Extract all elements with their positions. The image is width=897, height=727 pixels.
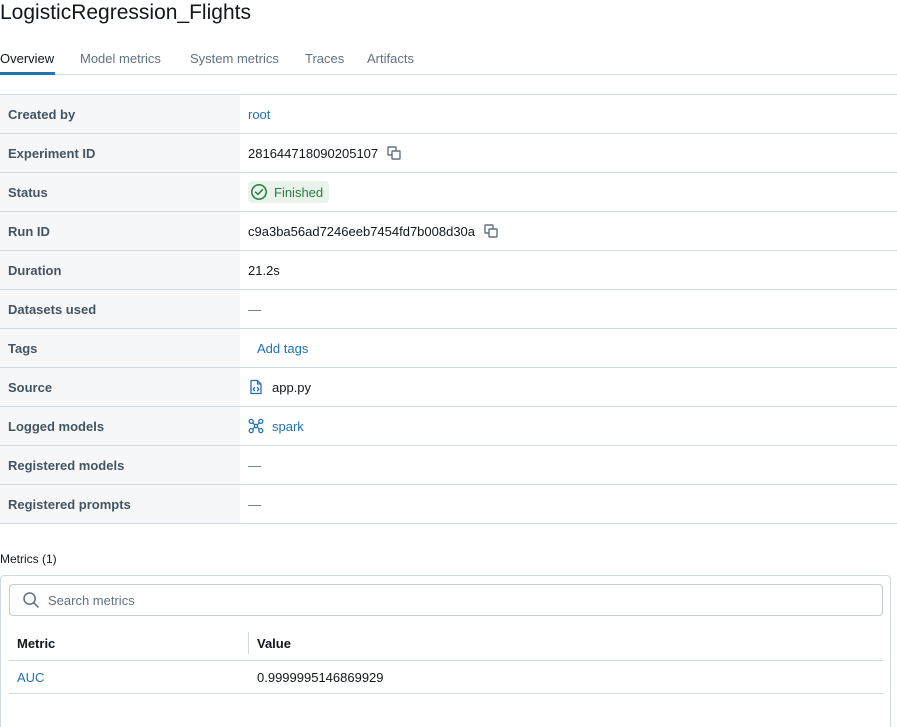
tab-system-metrics[interactable]: System metrics <box>190 51 279 67</box>
add-tags-button[interactable]: Add tags <box>257 341 308 356</box>
details-value: c9a3ba56ad7246eeb7454fd7b008d30a <box>240 212 897 250</box>
details-row-registered-prompts: Registered prompts — <box>0 485 897 524</box>
empty-value: — <box>248 301 261 317</box>
details-label: Run ID <box>0 212 240 250</box>
details-label: Status <box>0 173 240 211</box>
run-page: LogisticRegression_Flights Overview Mode… <box>0 0 897 727</box>
run-details-table: Created by root Experiment ID 2816447180… <box>0 94 897 524</box>
run-tabs: Overview Model metrics System metrics Tr… <box>0 44 897 75</box>
status-badge: Finished <box>248 181 330 203</box>
model-graph-icon <box>248 418 264 434</box>
details-row-run-id: Run ID c9a3ba56ad7246eeb7454fd7b008d30a <box>0 212 897 251</box>
duration-value: 21.2s <box>248 262 280 278</box>
metrics-heading: Metrics (1) <box>0 552 57 566</box>
file-code-icon <box>248 379 264 395</box>
empty-value: — <box>248 457 261 473</box>
details-row-registered-models: Registered models — <box>0 446 897 485</box>
details-value: 21.2s <box>240 251 897 289</box>
details-label: Registered prompts <box>0 485 240 523</box>
details-value: app.py <box>240 368 897 406</box>
source-file-name[interactable]: app.py <box>272 380 311 395</box>
status-text: Finished <box>274 184 324 200</box>
tab-artifacts[interactable]: Artifacts <box>367 51 414 67</box>
details-label: Created by <box>0 95 240 133</box>
details-row-datasets-used: Datasets used — <box>0 290 897 329</box>
details-row-source: Source app.py <box>0 368 897 407</box>
details-value: — <box>240 485 897 523</box>
details-value: 281644718090205107 <box>240 134 897 172</box>
search-icon <box>22 591 40 609</box>
details-row-status: Status Finished <box>0 173 897 212</box>
details-label: Registered models <box>0 446 240 484</box>
details-value: Finished <box>240 173 897 211</box>
metrics-panel: Metric Value AUC 0.9999995146869929 <box>0 575 891 727</box>
metric-name-link[interactable]: AUC <box>17 670 44 685</box>
details-value: — <box>240 290 897 328</box>
column-header-metric[interactable]: Metric <box>17 636 55 651</box>
check-circle-icon <box>251 184 267 200</box>
experiment-id-value: 281644718090205107 <box>248 145 379 161</box>
details-label: Experiment ID <box>0 134 240 172</box>
details-label: Logged models <box>0 407 240 445</box>
copy-icon[interactable] <box>484 224 498 238</box>
active-tab-indicator <box>0 72 55 75</box>
tab-traces[interactable]: Traces <box>305 51 344 67</box>
details-row-tags: Tags Add tags <box>0 329 897 368</box>
details-row-duration: Duration 21.2s <box>0 251 897 290</box>
page-title: LogisticRegression_Flights <box>0 1 251 24</box>
table-row: AUC 0.9999995146869929 <box>9 661 883 694</box>
metrics-table-header: Metric Value <box>9 628 883 661</box>
details-label: Datasets used <box>0 290 240 328</box>
details-label: Source <box>0 368 240 406</box>
details-row-experiment-id: Experiment ID 281644718090205107 <box>0 134 897 173</box>
details-row-created-by: Created by root <box>0 95 897 134</box>
details-value: spark <box>240 407 897 445</box>
details-label: Tags <box>0 329 240 367</box>
metric-value: 0.9999995146869929 <box>257 670 384 685</box>
details-value: root <box>240 95 897 133</box>
created-by-link[interactable]: root <box>248 107 270 122</box>
copy-icon[interactable] <box>387 146 401 160</box>
details-row-logged-models: Logged models spark <box>0 407 897 446</box>
metrics-search-box <box>9 584 883 616</box>
empty-value: — <box>248 496 261 512</box>
tab-model-metrics[interactable]: Model metrics <box>80 51 161 67</box>
details-value: Add tags <box>240 329 897 367</box>
search-metrics-input[interactable] <box>46 591 830 609</box>
details-value: — <box>240 446 897 484</box>
tab-overview[interactable]: Overview <box>0 51 54 67</box>
column-divider <box>248 632 249 654</box>
logged-model-link[interactable]: spark <box>272 419 304 434</box>
details-label: Duration <box>0 251 240 289</box>
run-id-value: c9a3ba56ad7246eeb7454fd7b008d30a <box>248 223 476 239</box>
column-header-value[interactable]: Value <box>257 636 291 651</box>
